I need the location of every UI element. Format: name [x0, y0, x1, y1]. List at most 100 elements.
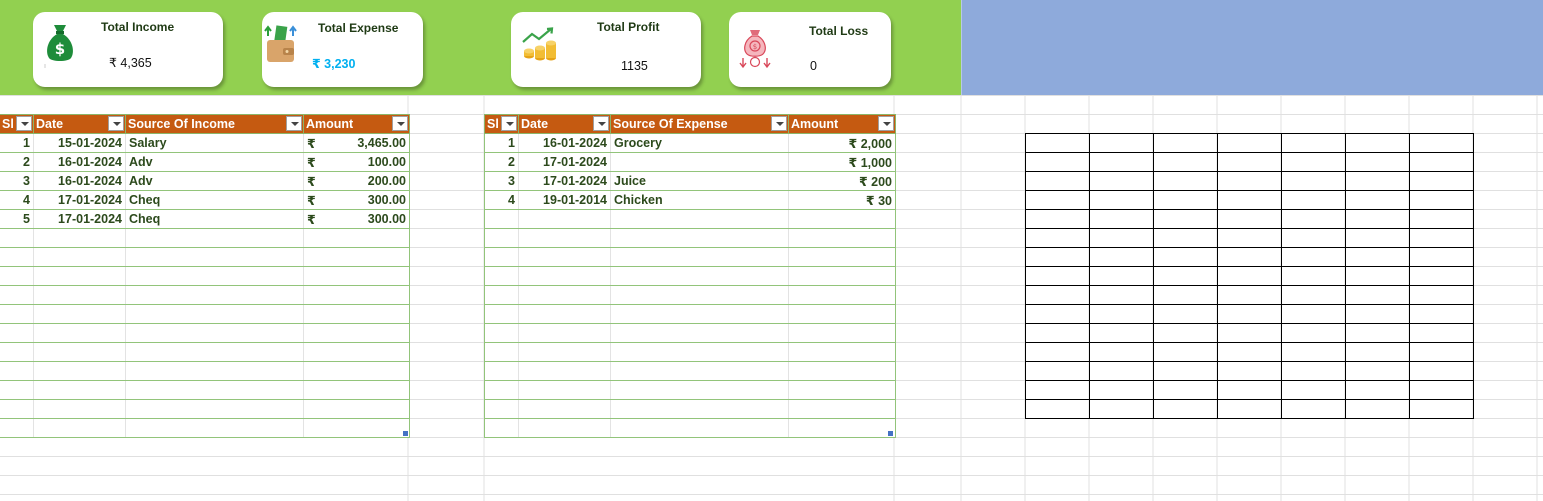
empty-cell[interactable] — [1025, 152, 1090, 172]
empty-cell[interactable] — [1217, 171, 1282, 191]
cell-amount[interactable] — [303, 380, 410, 400]
empty-cell[interactable] — [1345, 133, 1410, 153]
cell-date[interactable] — [518, 342, 611, 362]
empty-cell[interactable] — [1153, 266, 1218, 286]
empty-cell[interactable] — [1345, 304, 1410, 324]
empty-cell[interactable] — [1345, 361, 1410, 381]
empty-cell[interactable] — [1025, 190, 1090, 210]
empty-cell[interactable] — [1345, 152, 1410, 172]
empty-cell[interactable] — [1217, 266, 1282, 286]
cell-source[interactable] — [610, 323, 789, 343]
cell-amount[interactable] — [788, 247, 896, 267]
empty-cell[interactable] — [1345, 342, 1410, 362]
cell-sl[interactable]: 2 — [484, 152, 519, 172]
cell-sl[interactable] — [484, 266, 519, 286]
cell-date[interactable] — [33, 304, 126, 324]
cell-sl[interactable] — [0, 380, 34, 400]
empty-cell[interactable] — [1089, 323, 1154, 343]
empty-cell[interactable] — [1153, 323, 1218, 343]
cell-date[interactable] — [518, 418, 611, 438]
cell-sl[interactable]: 5 — [0, 209, 34, 229]
empty-cell[interactable] — [1217, 304, 1282, 324]
empty-cell[interactable] — [1217, 152, 1282, 172]
column-header-sl[interactable]: Sl — [0, 114, 34, 134]
cell-sl[interactable]: 3 — [0, 171, 34, 191]
empty-cell[interactable] — [1409, 190, 1474, 210]
cell-sl[interactable] — [0, 323, 34, 343]
cell-source[interactable]: Cheq — [125, 209, 304, 229]
empty-cell[interactable] — [1025, 323, 1090, 343]
cell-sl[interactable] — [0, 266, 34, 286]
empty-cell[interactable] — [1025, 304, 1090, 324]
cell-source[interactable]: Grocery — [610, 133, 789, 153]
cell-date[interactable] — [33, 399, 126, 419]
empty-cell[interactable] — [1153, 342, 1218, 362]
empty-cell[interactable] — [1025, 361, 1090, 381]
cell-amount[interactable] — [788, 323, 896, 343]
cell-amount[interactable] — [303, 418, 410, 438]
empty-cell[interactable] — [1153, 247, 1218, 267]
empty-cell[interactable] — [1281, 399, 1346, 419]
cell-date[interactable] — [518, 247, 611, 267]
cell-date[interactable] — [33, 228, 126, 248]
empty-cell[interactable] — [1089, 285, 1154, 305]
empty-cell[interactable] — [1409, 209, 1474, 229]
cell-source[interactable]: Adv — [125, 171, 304, 191]
cell-amount[interactable] — [788, 266, 896, 286]
cell-sl[interactable]: 4 — [484, 190, 519, 210]
empty-cell[interactable] — [1089, 266, 1154, 286]
empty-cell[interactable] — [1025, 171, 1090, 191]
cell-date[interactable] — [33, 380, 126, 400]
cell-sl[interactable] — [0, 285, 34, 305]
empty-cell[interactable] — [1281, 152, 1346, 172]
cell-source[interactable] — [610, 228, 789, 248]
empty-cell[interactable] — [1345, 190, 1410, 210]
column-header-source[interactable]: Source Of Income — [125, 114, 304, 134]
empty-cell[interactable] — [1153, 285, 1218, 305]
cell-sl[interactable] — [484, 247, 519, 267]
empty-cell[interactable] — [1153, 361, 1218, 381]
cell-sl[interactable] — [484, 361, 519, 381]
empty-cell[interactable] — [1217, 380, 1282, 400]
cell-source[interactable]: Adv — [125, 152, 304, 172]
cell-amount[interactable] — [788, 209, 896, 229]
filter-dropdown-icon[interactable] — [108, 116, 124, 131]
empty-cell[interactable] — [1345, 171, 1410, 191]
cell-date[interactable]: 17-01-2024 — [518, 152, 611, 172]
empty-cell[interactable] — [1089, 171, 1154, 191]
cell-amount[interactable] — [303, 342, 410, 362]
empty-cell[interactable] — [1089, 247, 1154, 267]
cell-date[interactable]: 16-01-2024 — [518, 133, 611, 153]
empty-cell[interactable] — [1153, 399, 1218, 419]
cell-amount[interactable] — [788, 361, 896, 381]
column-header-source[interactable]: Source Of Expense — [610, 114, 789, 134]
cell-amount[interactable] — [788, 342, 896, 362]
empty-cell[interactable] — [1217, 323, 1282, 343]
cell-date[interactable] — [518, 209, 611, 229]
empty-cell[interactable] — [1409, 342, 1474, 362]
empty-cell[interactable] — [1409, 171, 1474, 191]
cell-date[interactable]: 16-01-2024 — [33, 152, 126, 172]
empty-cell[interactable] — [1153, 380, 1218, 400]
filter-dropdown-icon[interactable] — [593, 116, 609, 131]
empty-cell[interactable] — [1409, 304, 1474, 324]
cell-sl[interactable] — [0, 361, 34, 381]
cell-source[interactable] — [125, 399, 304, 419]
empty-cell[interactable] — [1153, 133, 1218, 153]
empty-cell[interactable] — [1217, 209, 1282, 229]
cell-date[interactable] — [33, 323, 126, 343]
empty-cell[interactable] — [1217, 247, 1282, 267]
cell-source[interactable] — [610, 380, 789, 400]
cell-sl[interactable] — [484, 304, 519, 324]
cell-amount[interactable] — [303, 228, 410, 248]
cell-source[interactable]: Juice — [610, 171, 789, 191]
empty-cell[interactable] — [1409, 380, 1474, 400]
column-header-amount[interactable]: Amount — [303, 114, 410, 134]
filter-dropdown-icon[interactable] — [16, 116, 32, 131]
cell-sl[interactable] — [0, 247, 34, 267]
empty-cell[interactable] — [1281, 342, 1346, 362]
empty-cell[interactable] — [1409, 266, 1474, 286]
empty-cell[interactable] — [1281, 247, 1346, 267]
empty-cell[interactable] — [1409, 152, 1474, 172]
cell-sl[interactable] — [484, 323, 519, 343]
